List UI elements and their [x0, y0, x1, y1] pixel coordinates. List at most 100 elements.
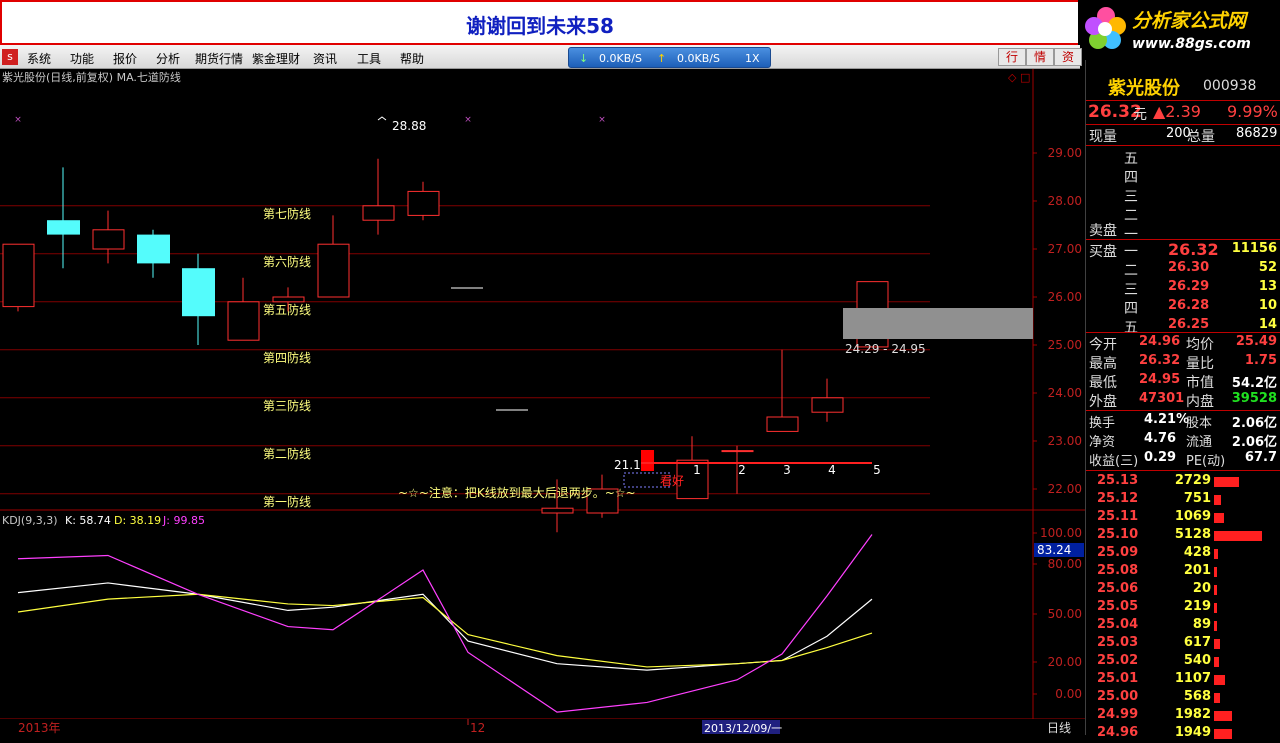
divider: [1086, 124, 1280, 125]
candle-body[interactable]: [92, 229, 125, 250]
stat-value: 0.29: [1144, 450, 1177, 465]
distribution-row[interactable]: 25.00 568: [1086, 689, 1280, 707]
menu-function[interactable]: 功能: [70, 50, 94, 67]
distribution-row[interactable]: 25.03 617: [1086, 635, 1280, 653]
distribution-row[interactable]: 24.99 1982: [1086, 707, 1280, 725]
menu-bar: s 系统 功能 报价 分析 期货行情 紫金理财 资讯 工具 帮助: [0, 45, 1080, 69]
distribution-row[interactable]: 25.10 5128: [1086, 527, 1280, 545]
menu-analysis[interactable]: 分析: [156, 50, 180, 67]
site-logo[interactable]: 分析家公式网 www.88gs.com: [1078, 0, 1280, 60]
stat-label: 换手: [1089, 416, 1116, 431]
distribution-bar: [1214, 495, 1221, 505]
price-band: [843, 308, 1033, 339]
defense-line-label: 第一防线: [263, 494, 311, 509]
distribution-volume: 428: [1183, 545, 1211, 560]
buy-level-label: 一: [1124, 244, 1138, 260]
period-label[interactable]: 日线: [1047, 721, 1071, 735]
distribution-volume: 751: [1183, 491, 1211, 506]
buy-level-row[interactable]: 三 26.29 13: [1086, 279, 1280, 298]
distribution-row[interactable]: 25.02 540: [1086, 653, 1280, 671]
candle-body[interactable]: [227, 301, 260, 341]
distribution-row[interactable]: 25.01 1107: [1086, 671, 1280, 689]
distribution-row[interactable]: 25.13 2729: [1086, 473, 1280, 491]
candle-body[interactable]: [317, 243, 350, 298]
distribution-row[interactable]: 25.11 1069: [1086, 509, 1280, 527]
distribution-row[interactable]: 24.96 1949: [1086, 725, 1280, 743]
note-text: ~☆~注意：把K线放到最大后退两步。~☆~: [398, 485, 636, 500]
tab-quote-2[interactable]: 情: [1026, 48, 1054, 66]
candle-body[interactable]: [362, 205, 395, 221]
distribution-bar: [1214, 477, 1239, 487]
distribution-bar: [1214, 513, 1224, 523]
menu-system[interactable]: 系统: [27, 50, 51, 67]
buy-level-volume: 11156: [1231, 241, 1277, 256]
distribution-row[interactable]: 25.05 219: [1086, 599, 1280, 617]
defense-line-label: 第四防线: [263, 350, 311, 365]
candle-body[interactable]: [2, 243, 35, 308]
candle-body[interactable]: [47, 220, 80, 235]
menu-finance[interactable]: 紫金理财: [252, 50, 300, 67]
price-change: ▲2.39: [1153, 102, 1201, 121]
distribution-row[interactable]: 25.08 201: [1086, 563, 1280, 581]
kdj-axis-label: 100.00: [1040, 526, 1082, 540]
price-axis-label: 22.00: [1048, 482, 1082, 496]
candle-body[interactable]: [272, 296, 305, 303]
buy-level-row[interactable]: 二 26.30 52: [1086, 260, 1280, 279]
distribution-price: 25.11: [1097, 509, 1139, 524]
menu-futures[interactable]: 期货行情: [195, 50, 243, 67]
sell-level-label: 四: [1124, 170, 1138, 186]
buy-level-volume: 13: [1258, 279, 1277, 294]
count-label: 1: [693, 463, 701, 477]
divider: [1086, 332, 1280, 333]
distribution-volume: 219: [1183, 599, 1211, 614]
network-speed-widget[interactable]: ↓ 0.0KB/S ↑ 0.0KB/S 1X: [568, 47, 771, 68]
candle-body[interactable]: [766, 416, 799, 432]
flower-logo-icon: [1085, 7, 1126, 49]
buy-level-row[interactable]: 一 26.32 11156: [1086, 240, 1280, 260]
price-axis-label: 23.00: [1048, 434, 1082, 448]
distribution-row[interactable]: 25.06 20: [1086, 581, 1280, 599]
candle-body[interactable]: [721, 450, 754, 453]
divider: [1086, 145, 1280, 146]
stat-value: 24.95: [1139, 372, 1181, 387]
menu-quote[interactable]: 报价: [113, 50, 137, 67]
distribution-price: 25.09: [1097, 545, 1139, 560]
buy-level-row[interactable]: 四 26.28 10: [1086, 298, 1280, 317]
chart-option-icon[interactable]: ◇ □: [1008, 71, 1030, 84]
stock-code: 000938: [1203, 78, 1257, 94]
app-logo-icon[interactable]: s: [2, 49, 18, 65]
stat-label: 股本: [1186, 416, 1213, 431]
download-arrow-icon: ↓: [579, 52, 589, 65]
menu-news[interactable]: 资讯: [313, 50, 337, 67]
menu-tools[interactable]: 工具: [357, 50, 381, 67]
stat-value: 4.21%: [1144, 412, 1190, 427]
window-title: 谢谢回到未来58: [466, 14, 614, 38]
price-axis-label: 24.00: [1048, 386, 1082, 400]
distribution-price: 25.06: [1097, 581, 1139, 596]
main-chart[interactable]: 紫光股份(日线,前复权) MA.七道防线 ◇ □ 29.00 28.00 27.00 26…: [0, 69, 1085, 735]
kdj-j-line: [17, 534, 873, 713]
defense-line-label: 第三防线: [263, 398, 311, 413]
count-label: 4: [828, 463, 836, 477]
menu-help[interactable]: 帮助: [400, 50, 424, 67]
price-axis-label: 28.00: [1048, 194, 1082, 208]
stat-value: 26.32: [1139, 353, 1181, 368]
sell-label: 卖盘: [1089, 223, 1117, 239]
candle-body[interactable]: [137, 234, 170, 264]
chart-header: 紫光股份(日线,前复权) MA.七道防线: [2, 70, 181, 84]
candle-body[interactable]: [407, 190, 440, 216]
kdj-j-value: J: 99.85: [162, 514, 205, 527]
marker-x-icon: ×: [464, 115, 472, 125]
signal-block: [641, 450, 654, 471]
distribution-row[interactable]: 25.04 89: [1086, 617, 1280, 635]
defense-line-label: 第二防线: [263, 446, 311, 461]
candle-body[interactable]: [182, 268, 215, 317]
distribution-row[interactable]: 25.12 751: [1086, 491, 1280, 509]
kdj-label: KDJ(9,3,3): [2, 514, 58, 527]
speed-multiplier[interactable]: 1X: [745, 52, 760, 65]
tab-quote-1[interactable]: 行: [998, 48, 1026, 66]
tab-news-1[interactable]: 资: [1054, 48, 1082, 66]
candle-body[interactable]: [541, 507, 574, 514]
distribution-row[interactable]: 25.09 428: [1086, 545, 1280, 563]
candle-body[interactable]: [811, 397, 844, 413]
